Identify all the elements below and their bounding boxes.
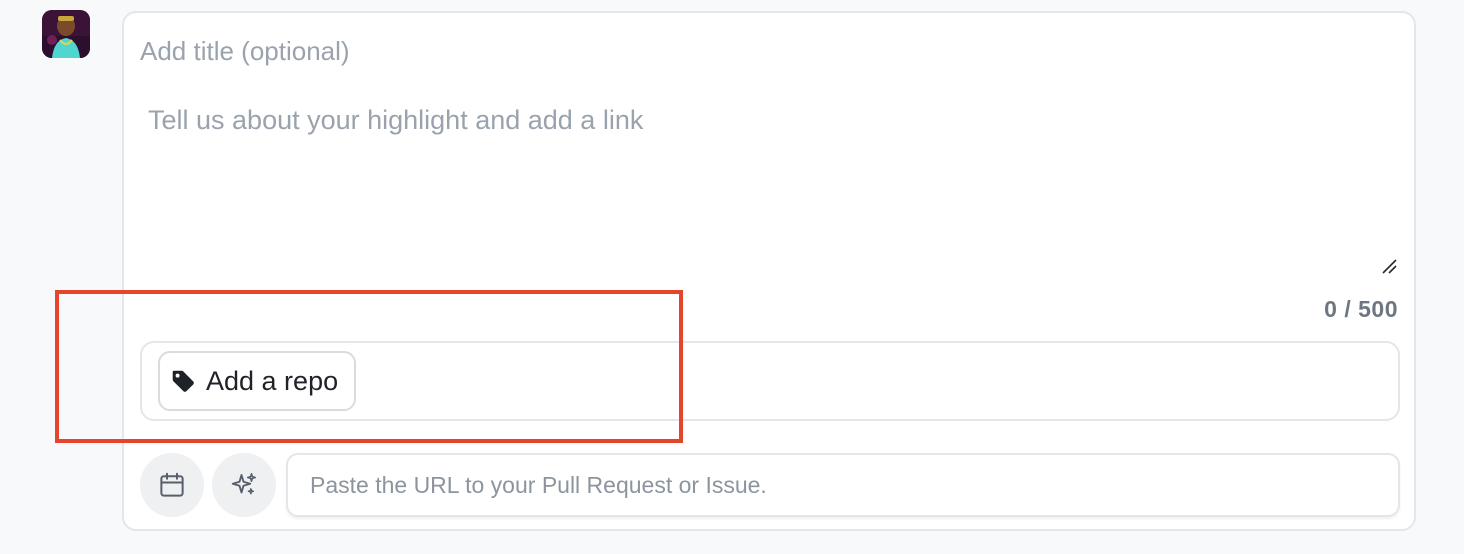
avatar-image <box>42 10 90 58</box>
add-repo-label: Add a repo <box>206 365 339 396</box>
title-input[interactable] <box>140 31 1340 71</box>
add-repo-button[interactable]: Add a repo <box>158 351 357 411</box>
user-avatar[interactable] <box>42 10 90 58</box>
resize-grip-icon[interactable] <box>1380 257 1398 275</box>
repo-tags-container: Add a repo <box>140 341 1400 421</box>
tag-icon <box>170 368 196 394</box>
highlight-composer-card: 0 / 500 Add a repo <box>122 11 1416 531</box>
schedule-date-button[interactable] <box>140 453 204 517</box>
url-input[interactable] <box>286 453 1400 517</box>
ai-generate-button[interactable] <box>212 453 276 517</box>
highlight-body-textarea[interactable] <box>142 101 1402 271</box>
calendar-icon <box>160 472 184 497</box>
character-counter: 0 / 500 <box>1324 296 1398 322</box>
sparkles-icon <box>231 473 256 495</box>
